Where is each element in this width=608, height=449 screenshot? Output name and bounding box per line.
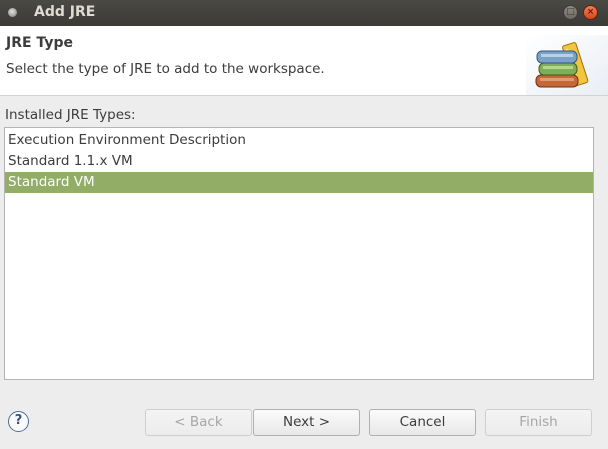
back-button[interactable]: < Back xyxy=(145,409,252,436)
cancel-button[interactable]: Cancel xyxy=(369,409,476,436)
page-description: Select the type of JRE to add to the wor… xyxy=(6,61,325,77)
window-menu-icon[interactable] xyxy=(8,8,17,17)
list-item-standard-1-1-vm[interactable]: Standard 1.1.x VM xyxy=(5,151,593,172)
page-title: JRE Type xyxy=(6,35,73,51)
close-button[interactable]: × xyxy=(583,5,598,20)
next-button[interactable]: Next > xyxy=(253,409,360,436)
list-item-standard-vm[interactable]: Standard VM xyxy=(5,172,593,193)
jre-type-list[interactable]: Execution Environment Description Standa… xyxy=(4,127,594,380)
books-stack-icon xyxy=(526,35,608,95)
installed-jre-types-label: Installed JRE Types: xyxy=(5,107,136,123)
finish-button[interactable]: Finish xyxy=(485,409,592,436)
maximize-button[interactable]: □ xyxy=(563,5,578,20)
window-title: Add JRE xyxy=(34,4,96,20)
list-item-execution-environment[interactable]: Execution Environment Description xyxy=(5,130,593,151)
list-scroll-edge xyxy=(600,127,608,380)
title-bar[interactable]: Add JRE □ × xyxy=(0,0,608,26)
help-icon[interactable]: ? xyxy=(8,411,29,432)
wizard-header: JRE Type Select the type of JRE to add t… xyxy=(0,26,608,96)
